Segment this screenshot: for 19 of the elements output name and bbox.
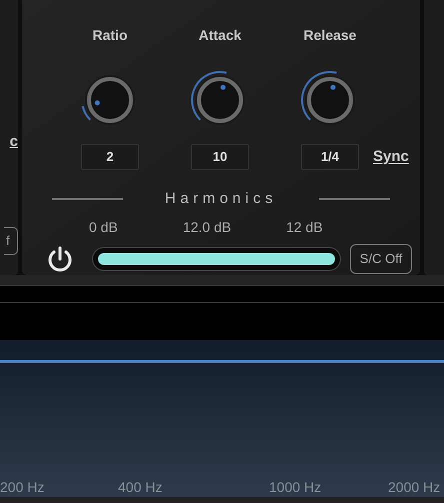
- frequency-label: 2000 Hz: [388, 479, 440, 495]
- frequency-label: 200 Hz: [0, 479, 44, 495]
- sync-link[interactable]: c: [10, 134, 18, 149]
- sc-button[interactable]: f: [4, 227, 18, 255]
- current-value-label: 12.0 dB: [182, 218, 232, 234]
- frequency-label: 1000 Hz: [269, 479, 322, 495]
- min-value-label: 0 dB: [89, 218, 118, 234]
- section-title: Harmonics: [164, 189, 278, 209]
- value-field[interactable]: 1/4: [301, 144, 359, 170]
- sc-button[interactable]: S/C Off: [350, 244, 412, 274]
- frequency-label: 400 Hz: [118, 479, 162, 495]
- knob-label: Attack: [198, 27, 242, 44]
- knob-label: Ratio: [92, 27, 128, 44]
- sync-link[interactable]: Sync: [373, 148, 409, 166]
- knob-label: Release: [304, 27, 356, 44]
- value-field[interactable]: 10: [191, 144, 249, 170]
- max-value-label: 12 dB: [286, 218, 323, 234]
- value-field[interactable]: 2: [81, 144, 139, 170]
- harmonics-slider[interactable]: [92, 246, 341, 270]
